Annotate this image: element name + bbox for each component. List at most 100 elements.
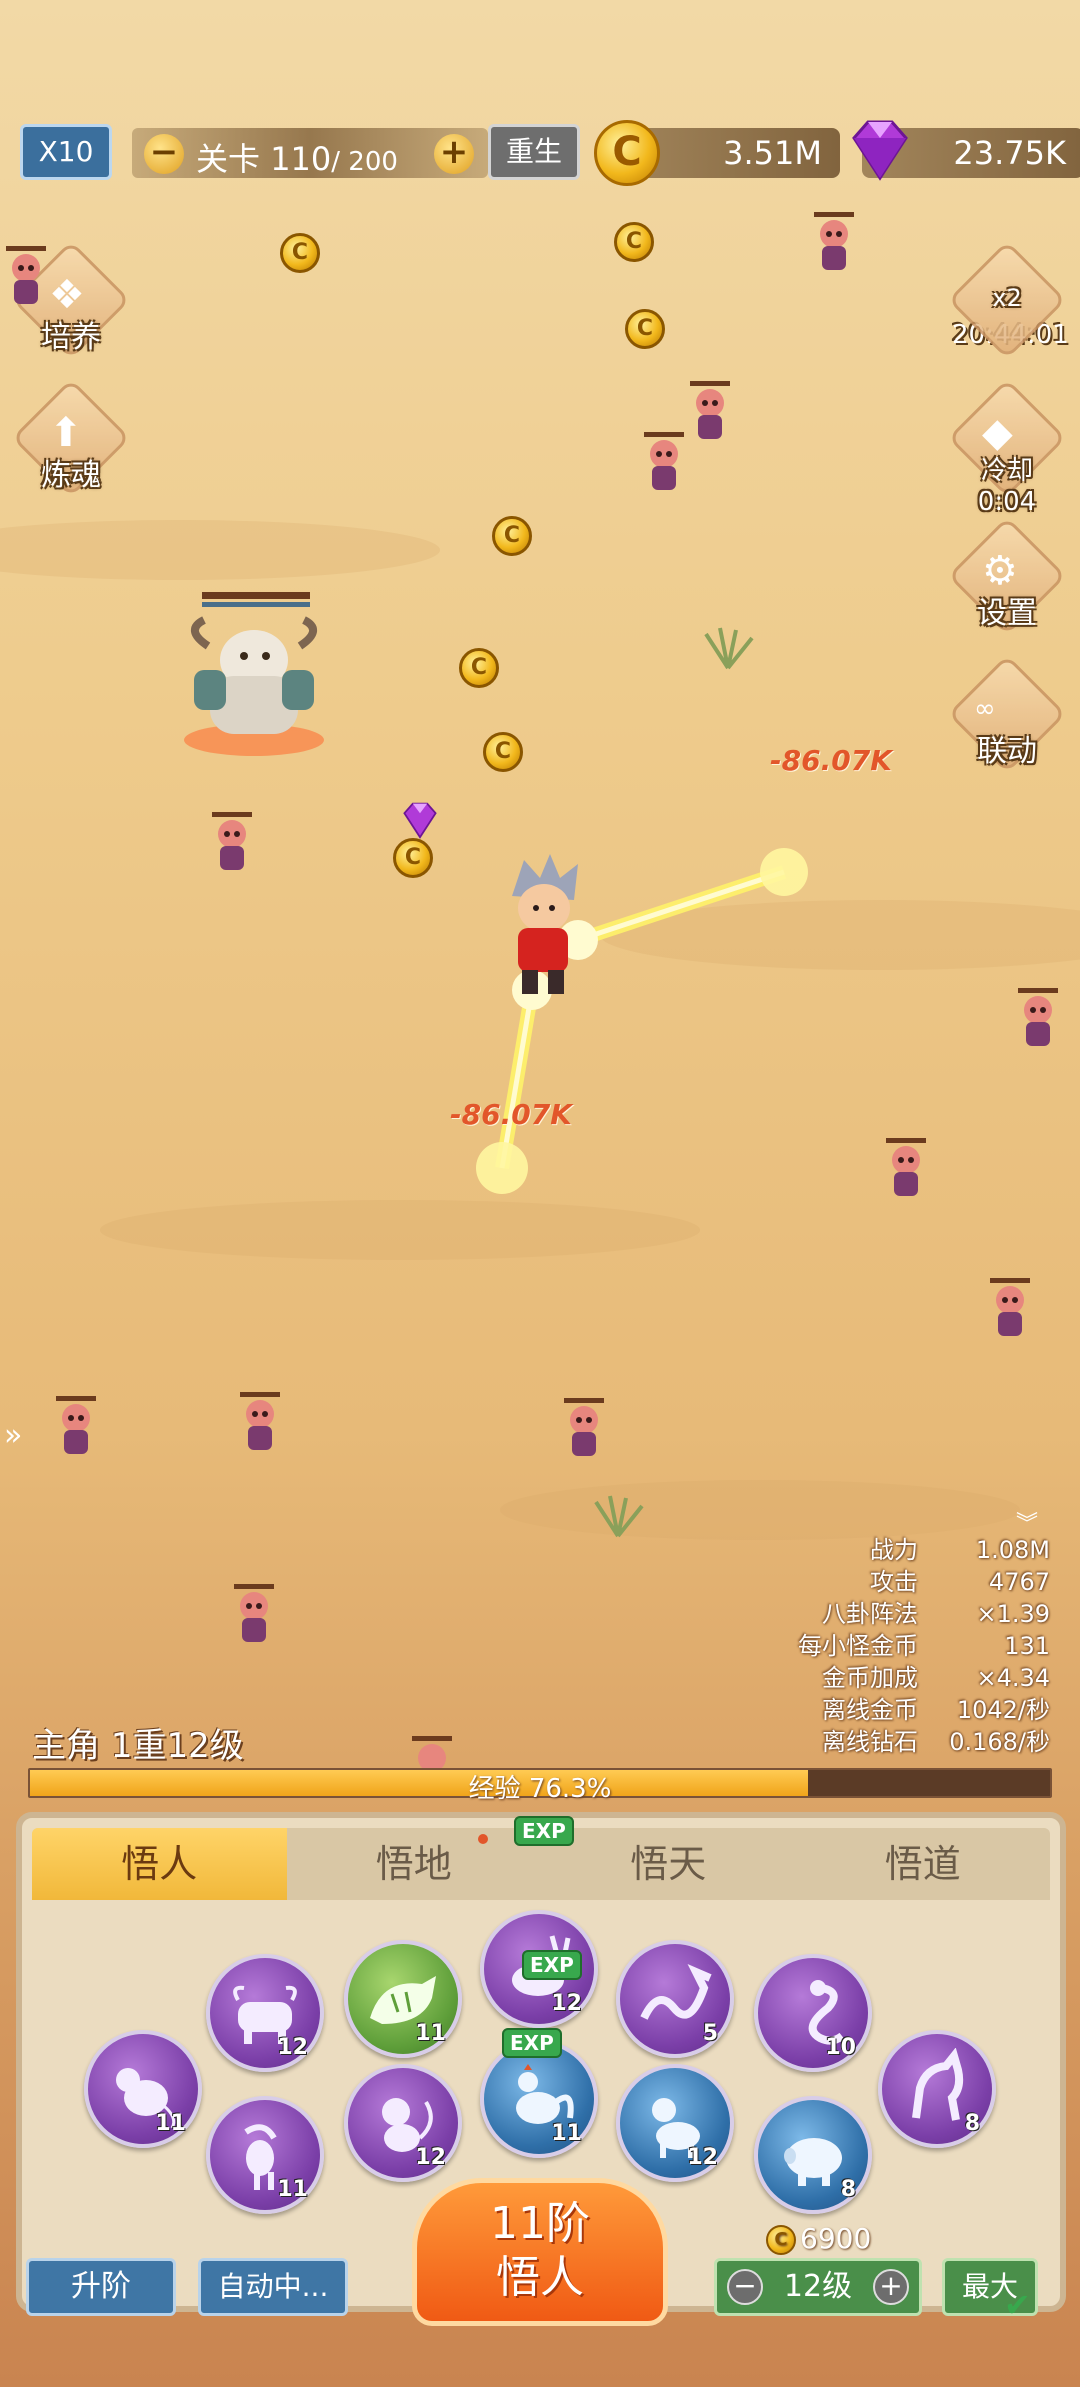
tab-wu-tian[interactable]: 悟天 [541, 1828, 796, 1900]
zodiac-level: 8 [964, 2111, 980, 2136]
auto-button[interactable]: 自动中... [198, 2258, 348, 2316]
stat-value: 1.08M [975, 1536, 1050, 1564]
zodiac-ox[interactable]: 12 [206, 1954, 324, 2072]
cost-display: C 6900 [766, 2222, 871, 2255]
hero-level: 主角 1重12级 [32, 1726, 244, 1766]
zodiac-level: 12 [687, 2145, 718, 2170]
zodiac-level: 11 [155, 2111, 186, 2136]
zodiac-horse[interactable]: 8 [878, 2030, 996, 2148]
stage-prev-button[interactable]: − [144, 134, 184, 174]
imp-monster[interactable] [880, 1138, 936, 1204]
tab-wu-di[interactable]: 悟地 [287, 1828, 542, 1900]
zodiac-rat[interactable]: 11 [84, 2030, 202, 2148]
stat-value: ×4.34 [976, 1664, 1050, 1692]
imp-monster[interactable] [206, 812, 262, 878]
imp-monster[interactable] [638, 432, 694, 498]
stat-value: 0.168/秒 [949, 1728, 1050, 1756]
checkmark-icon: ✔ [1004, 2286, 1031, 2324]
cultivate-label: 培养 [41, 320, 101, 355]
damage-popup: -86.07K [450, 1098, 572, 1131]
gold-coin-icon: C [766, 2225, 796, 2255]
gold-coin-icon[interactable]: C [614, 222, 654, 262]
imp-monster[interactable] [1012, 988, 1068, 1054]
stat-value: 131 [1004, 1632, 1050, 1660]
boost-label: x2 [992, 284, 1022, 312]
imp-monster[interactable] [228, 1584, 284, 1650]
stat-row: 攻击 4767 [690, 1566, 1050, 1598]
zodiac-level: 8 [840, 2177, 856, 2202]
level-selector: − 12级 + [714, 2258, 922, 2316]
stat-row: 八卦阵法 ×1.39 [690, 1598, 1050, 1630]
stage-text: 关卡 110/ 200 [196, 134, 398, 180]
stage-total: / 200 [331, 147, 398, 177]
double-boost-button[interactable]: x2 20:44:01 [947, 240, 1069, 360]
zodiac-dog[interactable]: 12 [616, 2064, 734, 2182]
zodiac-level: 11 [415, 2021, 446, 2046]
stat-value: 1042/秒 [956, 1696, 1050, 1724]
zodiac-tiger[interactable]: 11 [344, 1940, 462, 2058]
expand-left-icon[interactable]: » [4, 1418, 22, 1453]
zodiac-pig[interactable]: 8 [754, 2096, 872, 2214]
sand-dune [100, 1200, 700, 1260]
stat-key: 离线钻石 [822, 1728, 918, 1756]
exp-tag: EXP [502, 2028, 562, 2058]
rebirth-button[interactable]: 重生 [488, 124, 580, 180]
stat-row: 金币加成 ×4.34 [690, 1662, 1050, 1694]
imp-monster[interactable] [50, 1396, 106, 1462]
stat-key: 八卦阵法 [822, 1600, 918, 1628]
cost-value: 6900 [800, 2222, 872, 2255]
gold-coin-icon[interactable]: C [625, 309, 665, 349]
advance-stage-button[interactable]: 11阶 悟人 [412, 2178, 668, 2326]
gem-cooldown-button[interactable]: ◆ 冷却 0:04 [947, 378, 1067, 517]
game-scene: X10 − 关卡 110/ 200 + 重生 3.51M C 23.75K ❖ … [0, 0, 1080, 2387]
sand-dune [500, 1480, 1020, 1540]
imp-monster[interactable] [558, 1398, 614, 1464]
top-bar: X10 − 关卡 110/ 200 + 重生 3.51M C 23.75K [20, 120, 1080, 186]
exp-tag: EXP [522, 1950, 582, 1980]
hero-character[interactable] [488, 852, 598, 1002]
stat-row: 战力 1.08M [690, 1534, 1050, 1566]
gold-coin-icon[interactable]: C [280, 233, 320, 273]
stage-next-button[interactable]: + [434, 134, 474, 174]
goat-boss[interactable] [174, 590, 334, 760]
stat-row: 离线金币 1042/秒 [690, 1694, 1050, 1726]
zodiac-level: 12 [277, 2035, 308, 2060]
settings-label: 设置 [977, 596, 1037, 631]
zodiac-level: 10 [825, 2035, 856, 2060]
tab-wu-ren[interactable]: 悟人 [32, 1828, 287, 1900]
level-decrease-button[interactable]: − [727, 2269, 763, 2305]
stat-value: ×1.39 [976, 1600, 1050, 1628]
sand-dune [600, 900, 1080, 970]
purple-gem-icon[interactable] [396, 800, 444, 842]
upgrade-button[interactable]: 升阶 [26, 2258, 176, 2316]
stat-row: 每小怪金币 131 [690, 1630, 1050, 1662]
gold-coin-icon[interactable]: C [483, 732, 523, 772]
gold-coin-icon[interactable]: C [393, 838, 433, 878]
imp-monster[interactable] [0, 246, 56, 312]
stat-key: 每小怪金币 [798, 1632, 918, 1660]
gold-coin-icon[interactable]: C [492, 516, 532, 556]
imp-monster[interactable] [234, 1392, 290, 1458]
cooldown-label: 冷却 0:04 [977, 456, 1037, 517]
zodiac-snake[interactable]: 10 [754, 1954, 872, 2072]
stat-row: 离线钻石 0.168/秒 [690, 1726, 1050, 1758]
gold-coin-icon[interactable]: C [459, 648, 499, 688]
settings-button[interactable]: ⚙ 设置 [947, 516, 1067, 636]
purple-gem-icon [852, 120, 908, 181]
refine-soul-button[interactable]: ⬆ 炼魂 [11, 378, 131, 498]
speed-button[interactable]: X10 [20, 124, 112, 180]
zodiac-level: 11 [551, 2121, 582, 2146]
damage-popup: -86.07K [770, 744, 892, 777]
gold-coin-icon: C [594, 120, 660, 186]
stats-panel: 战力 1.08M 攻击 4767 八卦阵法 ×1.39 每小怪金币 131 金币加成 ×4… [690, 1534, 1050, 1758]
level-increase-button[interactable]: + [873, 2269, 909, 2305]
stat-key: 攻击 [870, 1568, 918, 1596]
zodiac-monkey[interactable]: 12 [344, 2064, 462, 2182]
link-button[interactable]: ∞ 联动 [947, 654, 1067, 774]
stat-value: 4767 [988, 1568, 1050, 1596]
zodiac-dragon[interactable]: 5 [616, 1940, 734, 2058]
zodiac-goat[interactable]: 11 [206, 2096, 324, 2214]
imp-monster[interactable] [984, 1278, 1040, 1344]
tab-wu-dao[interactable]: 悟道 [796, 1828, 1051, 1900]
imp-monster[interactable] [808, 212, 864, 278]
